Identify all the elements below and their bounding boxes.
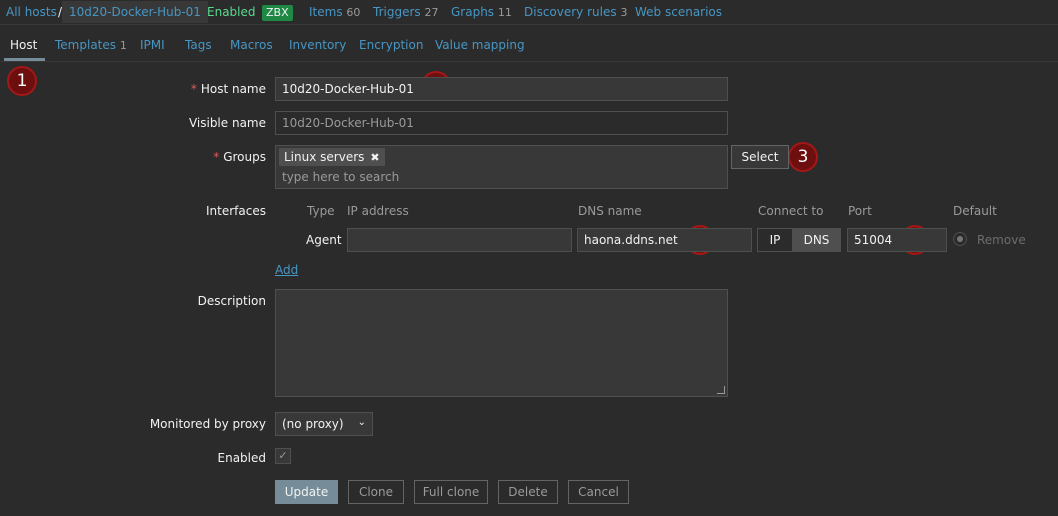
graphs-count: 11 xyxy=(497,6,512,19)
tab-ipmi[interactable]: IPMI xyxy=(140,38,165,52)
proxy-selected-value: (no proxy) xyxy=(282,417,344,431)
remove-chip-icon[interactable]: ✖ xyxy=(370,151,379,164)
port-input[interactable]: 51004 xyxy=(847,228,947,252)
tab-templates[interactable]: Templates 1 xyxy=(55,38,127,52)
annotation-badge-3: 3 xyxy=(788,142,818,172)
visible-name-input[interactable]: 10d20-Docker-Hub-01 xyxy=(275,111,728,135)
col-type-header: Type xyxy=(307,204,335,218)
groups-label: * Groups xyxy=(213,150,266,164)
col-ip-header: IP address xyxy=(347,204,409,218)
groups-search-placeholder[interactable]: type here to search xyxy=(282,170,399,184)
tab-macros[interactable]: Macros xyxy=(230,38,273,52)
interfaces-label: Interfaces xyxy=(206,204,266,218)
dns-name-input[interactable]: haona.ddns.net xyxy=(577,228,752,252)
zbx-availability-badge: ZBX xyxy=(262,5,293,21)
resize-handle-icon[interactable] xyxy=(717,386,725,394)
cancel-button[interactable]: Cancel xyxy=(568,480,629,504)
triggers-link[interactable]: Triggers 27 xyxy=(373,5,438,19)
clone-button[interactable]: Clone xyxy=(348,480,404,504)
col-connect-header: Connect to xyxy=(758,204,824,218)
enabled-checkbox[interactable]: ✓ xyxy=(275,448,291,464)
active-tab-indicator xyxy=(4,58,45,61)
tab-templates-label: Templates xyxy=(55,38,117,52)
host-status-enabled[interactable]: Enabled xyxy=(207,5,256,19)
group-chip-linux-servers: Linux servers ✖ xyxy=(279,148,385,166)
add-interface-link[interactable]: Add xyxy=(275,263,298,277)
connect-dns-toggle[interactable]: DNS xyxy=(792,228,841,252)
current-host-crumb[interactable]: 10d20-Docker-Hub-01 xyxy=(62,1,208,23)
triggers-count: 27 xyxy=(424,6,439,19)
update-button[interactable]: Update xyxy=(275,480,338,504)
items-count: 60 xyxy=(346,6,361,19)
chevron-down-icon: ⌄ xyxy=(357,417,366,428)
annotation-badge-1: 1 xyxy=(7,66,37,96)
description-label: Description xyxy=(197,294,266,308)
col-dns-header: DNS name xyxy=(578,204,642,218)
groups-label-text: Groups xyxy=(223,150,266,164)
triggers-label: Triggers xyxy=(373,5,421,19)
connect-ip-toggle[interactable]: IP xyxy=(757,228,793,252)
description-textarea[interactable] xyxy=(275,289,728,397)
discovery-count: 3 xyxy=(620,6,628,19)
graphs-link[interactable]: Graphs 11 xyxy=(451,5,512,19)
delete-button[interactable]: Delete xyxy=(498,480,558,504)
tab-host[interactable]: Host xyxy=(10,38,37,52)
default-radio[interactable] xyxy=(953,232,967,246)
all-hosts-link[interactable]: All hosts xyxy=(6,5,57,19)
tab-inventory[interactable]: Inventory xyxy=(289,38,346,52)
discovery-rules-link[interactable]: Discovery rules 3 xyxy=(524,5,627,19)
items-label: Items xyxy=(309,5,343,19)
col-default-header: Default xyxy=(953,204,997,218)
web-scenarios-link[interactable]: Web scenarios xyxy=(635,5,722,19)
graphs-label: Graphs xyxy=(451,5,495,19)
proxy-label: Monitored by proxy xyxy=(149,417,266,431)
discovery-label: Discovery rules xyxy=(524,5,617,19)
visible-name-label: Visible name xyxy=(188,116,266,130)
proxy-select[interactable]: (no proxy) ⌄ xyxy=(275,412,373,436)
host-name-input[interactable]: 10d20-Docker-Hub-01 xyxy=(275,77,728,101)
ip-address-input[interactable] xyxy=(347,228,572,252)
required-marker: * xyxy=(190,82,197,96)
remove-interface-link[interactable]: Remove xyxy=(977,233,1026,247)
tab-value-mapping[interactable]: Value mapping xyxy=(435,38,525,52)
tab-templates-count: 1 xyxy=(119,39,127,52)
tab-tags[interactable]: Tags xyxy=(185,38,212,52)
host-tabs: Host Templates 1 IPMI Tags Macros Invent… xyxy=(0,36,1058,62)
group-chip-label: Linux servers xyxy=(284,150,365,164)
breadcrumb-bar: All hosts / 10d20-Docker-Hub-01 Enabled … xyxy=(0,0,1058,25)
host-name-label: * Host name xyxy=(191,82,266,96)
required-marker: * xyxy=(213,150,220,164)
host-name-label-text: Host name xyxy=(200,82,266,96)
tab-encryption[interactable]: Encryption xyxy=(359,38,423,52)
enabled-label: Enabled xyxy=(217,451,267,465)
items-link[interactable]: Items 60 xyxy=(309,5,360,19)
interface-type-agent: Agent xyxy=(306,233,342,247)
full-clone-button[interactable]: Full clone xyxy=(414,480,488,504)
groups-select-button[interactable]: Select xyxy=(731,145,789,169)
col-port-header: Port xyxy=(848,204,872,218)
